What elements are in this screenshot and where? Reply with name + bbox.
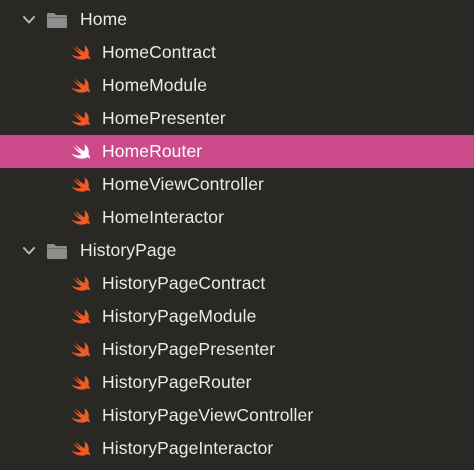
swift-file-icon [70,339,92,361]
file-row[interactable]: HomeContract [0,36,474,69]
file-label: HistoryPageRouter [102,372,252,392]
swift-file-icon [70,108,92,130]
file-row[interactable]: HistoryPageInteractor [0,432,474,465]
chevron-down-icon[interactable] [22,244,36,258]
file-label: HomeContract [102,42,217,62]
file-label: HistoryPageViewController [102,405,314,425]
project-navigator: Home HomeContract HomeModule HomePresent… [0,0,474,470]
file-row[interactable]: HomeInteractor [0,201,474,234]
file-row[interactable]: HistoryPageViewController [0,399,474,432]
swift-file-icon [70,273,92,295]
group-row-home[interactable]: Home [0,3,474,36]
file-label: HomeViewController [102,174,264,194]
file-label: HistoryPageContract [102,273,266,293]
swift-file-icon [70,141,92,163]
swift-file-icon [70,306,92,328]
file-row[interactable]: HistoryPageModule [0,300,474,333]
swift-file-icon [70,75,92,97]
group-label: Home [80,9,128,29]
folder-icon [46,242,68,260]
file-row-selected[interactable]: HomeRouter [0,135,474,168]
file-label: HistoryPagePresenter [102,339,276,359]
file-row[interactable]: HistoryPagePresenter [0,333,474,366]
folder-icon [46,11,68,29]
swift-file-icon [70,207,92,229]
file-row[interactable]: HistoryPageContract [0,267,474,300]
file-row[interactable]: HistoryPageRouter [0,366,474,399]
swift-file-icon [70,438,92,460]
swift-file-icon [70,372,92,394]
file-row[interactable]: HomeViewController [0,168,474,201]
file-label: HomePresenter [102,108,226,128]
group-row-historypage[interactable]: HistoryPage [0,234,474,267]
swift-file-icon [70,42,92,64]
file-row[interactable]: HomeModule [0,69,474,102]
file-label: HomeRouter [102,141,203,161]
file-label: HistoryPageModule [102,306,257,326]
file-label: HistoryPageInteractor [102,438,274,458]
file-row[interactable]: HomePresenter [0,102,474,135]
file-label: HomeInteractor [102,207,225,227]
swift-file-icon [70,405,92,427]
group-label: HistoryPage [80,240,177,260]
file-label: HomeModule [102,75,208,95]
chevron-down-icon[interactable] [22,13,36,27]
swift-file-icon [70,174,92,196]
